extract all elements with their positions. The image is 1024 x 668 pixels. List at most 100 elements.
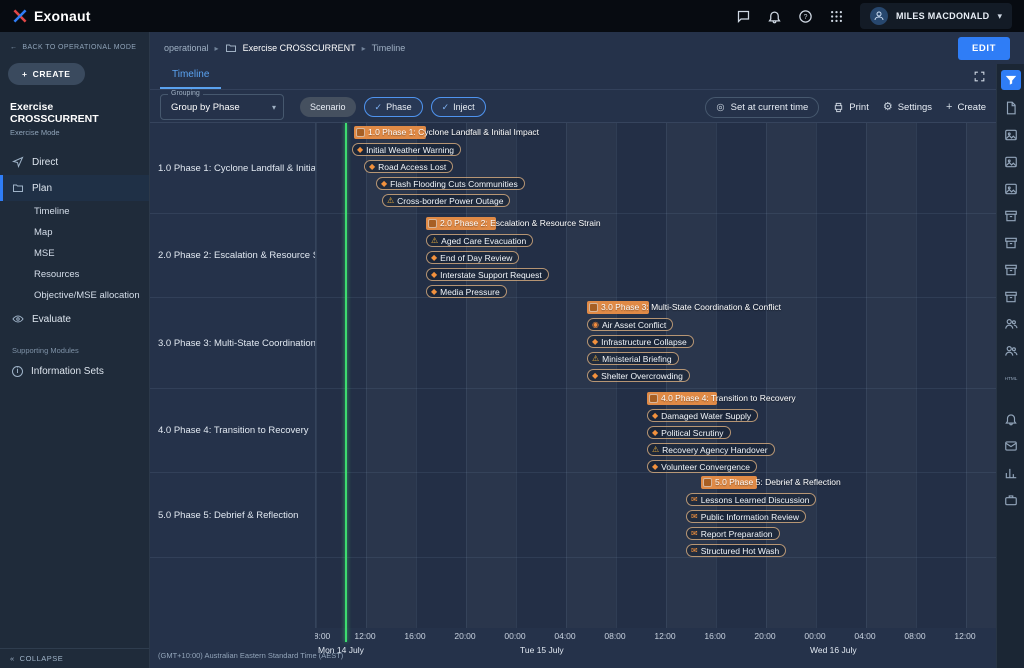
phase-icon	[589, 303, 598, 312]
sidebar-item-information-sets[interactable]: i Information Sets	[0, 359, 149, 384]
gantt-group-label[interactable]: 3.0 Phase 3: Multi-State Coordination...	[150, 298, 315, 389]
archive-icon[interactable]	[1002, 288, 1020, 306]
chat-icon[interactable]	[736, 9, 751, 24]
inject-chip[interactable]: ◆Interstate Support Request	[426, 268, 549, 281]
fullscreen-icon[interactable]	[973, 70, 986, 83]
sidebar-item-plan[interactable]: Plan	[0, 175, 149, 201]
gantt-group-label[interactable]: 1.0 Phase 1: Cyclone Landfall & Initia..…	[150, 123, 315, 214]
users-icon[interactable]	[1002, 342, 1020, 360]
breadcrumb-item-timeline[interactable]: Timeline	[372, 43, 406, 53]
create-inject-button[interactable]: + Create	[946, 102, 986, 113]
archive-icon[interactable]	[1002, 261, 1020, 279]
sidebar-item-timeline[interactable]: Timeline	[0, 201, 149, 222]
set-at-current-time-label: Set at current time	[731, 102, 809, 113]
image-icon[interactable]	[1002, 126, 1020, 144]
chip-inject[interactable]: ✓Inject	[431, 97, 486, 117]
inject-chip[interactable]: ◆Flash Flooding Cuts Communities	[376, 177, 525, 190]
warning-icon: ⚠	[652, 446, 659, 454]
inject-chip[interactable]: ✉Public Information Review	[686, 510, 806, 523]
edit-button[interactable]: EDIT	[958, 37, 1010, 60]
archive-icon[interactable]	[1002, 207, 1020, 225]
breadcrumb-item-exercise[interactable]: Exercise CROSSCURRENT	[243, 43, 356, 53]
gantt-group-label[interactable]: 4.0 Phase 4: Transition to Recovery	[150, 389, 315, 473]
help-icon[interactable]: ?	[798, 9, 813, 24]
mail-icon[interactable]	[1002, 437, 1020, 455]
inject-chip[interactable]: ◆Road Access Lost	[364, 160, 453, 173]
folder-icon	[12, 182, 24, 194]
breadcrumb-item-operational[interactable]: operational	[164, 43, 209, 53]
chip-scenario[interactable]: Scenario	[300, 97, 356, 117]
phase-bar-label: 2.0 Phase 2: Escalation & Resource Strai…	[440, 217, 601, 230]
sidebar-item-evaluate[interactable]: Evaluate	[0, 306, 149, 332]
users-icon[interactable]	[1002, 315, 1020, 333]
phase-icon	[703, 478, 712, 487]
archive-icon[interactable]	[1002, 234, 1020, 252]
current-time-line[interactable]	[345, 123, 347, 642]
diamond-icon: ◆	[592, 338, 598, 346]
chevron-down-icon: ▾	[997, 11, 1002, 22]
inject-chip[interactable]: ◆Initial Weather Warning	[352, 143, 461, 156]
inject-chip[interactable]: ✉Structured Hot Wash	[686, 544, 786, 557]
plan-label: Plan	[32, 183, 52, 194]
inject-chip[interactable]: ⚠Ministerial Briefing	[587, 352, 679, 365]
diamond-icon: ◆	[431, 254, 437, 262]
axis-date: Wed 16 July	[810, 645, 857, 655]
user-name: MILES MACDONALD	[896, 11, 990, 21]
check-icon: ✓	[442, 102, 450, 113]
back-to-operational-button[interactable]: ← BACK TO OPERATIONAL MODE	[0, 32, 149, 51]
diamond-icon: ◆	[592, 372, 598, 380]
phase-bar-label: 4.0 Phase 4: Transition to Recovery	[661, 392, 796, 405]
inject-chip[interactable]: ◆Media Pressure	[426, 285, 507, 298]
inject-chip[interactable]: ◉Air Asset Conflict	[587, 318, 673, 331]
inject-chip[interactable]: ◆Infrastructure Collapse	[587, 335, 694, 348]
inject-label: Interstate Support Request	[440, 270, 542, 280]
inject-chip[interactable]: ◆Volunteer Convergence	[647, 460, 757, 473]
toolbar-actions: ◎ Set at current time Print ⚙ Settings +…	[705, 97, 986, 118]
gantt-group-label[interactable]: 2.0 Phase 2: Escalation & Resource S...	[150, 214, 315, 298]
gantt-chart-viewport: 1.0 Phase 1: Cyclone Landfall & Initial …	[315, 123, 996, 628]
gantt-group-label[interactable]: 5.0 Phase 5: Debrief & Reflection	[150, 473, 315, 558]
apps-grid-icon[interactable]	[829, 9, 844, 24]
briefcase-icon[interactable]	[1002, 491, 1020, 509]
filter-icon[interactable]	[1001, 70, 1021, 90]
sidebar-item-mse[interactable]: MSE	[0, 243, 149, 264]
bell-icon[interactable]	[1002, 410, 1020, 428]
app-logo[interactable]: Exonaut	[12, 8, 91, 24]
inject-chip[interactable]: ◆Political Scrutiny	[647, 426, 731, 439]
notifications-bell-icon[interactable]	[767, 9, 782, 24]
inject-chip[interactable]: ⚠Cross-border Power Outage	[382, 194, 510, 207]
sidebar-item-objective-mse-allocation[interactable]: Objective/MSE allocation	[0, 285, 149, 306]
inject-label: End of Day Review	[440, 253, 512, 263]
app-window: Exonaut ? MILES MACDONALD ▾ ← BACK TO OP…	[0, 0, 1024, 668]
set-at-current-time-button[interactable]: ◎ Set at current time	[705, 97, 819, 118]
chip-phase[interactable]: ✓Phase	[364, 97, 423, 117]
print-button[interactable]: Print	[833, 102, 869, 113]
inject-chip[interactable]: ✉Report Preparation	[686, 527, 780, 540]
image-icon[interactable]	[1002, 180, 1020, 198]
chart-icon[interactable]	[1002, 464, 1020, 482]
tab-timeline[interactable]: Timeline	[160, 63, 221, 89]
create-button[interactable]: + CREATE	[8, 63, 85, 85]
logo-text: Exonaut	[34, 8, 91, 24]
inject-chip[interactable]: ⚠Aged Care Evacuation	[426, 234, 533, 247]
inject-chip[interactable]: ✉Lessons Learned Discussion	[686, 493, 816, 506]
diamond-icon: ◆	[652, 463, 658, 471]
inject-chip[interactable]: ◆End of Day Review	[426, 251, 519, 264]
inject-chip[interactable]: ◆Damaged Water Supply	[647, 409, 758, 422]
image-icon[interactable]	[1002, 153, 1020, 171]
sidebar-item-direct[interactable]: Direct	[0, 149, 149, 175]
collapse-sidebar-button[interactable]: « COLLAPSE	[0, 648, 149, 668]
settings-button[interactable]: ⚙ Settings	[883, 102, 932, 113]
mail-icon: ✉	[691, 513, 698, 521]
inject-chip[interactable]: ◆Shelter Overcrowding	[587, 369, 690, 382]
user-menu[interactable]: MILES MACDONALD ▾	[860, 3, 1012, 29]
sidebar-item-map[interactable]: Map	[0, 222, 149, 243]
sidebar-item-resources[interactable]: Resources	[0, 264, 149, 285]
file-icon[interactable]	[1002, 99, 1020, 117]
chip-label: Scenario	[310, 102, 346, 112]
inject-chip[interactable]: ⚠Recovery Agency Handover	[647, 443, 775, 456]
axis-tick: 12:00	[954, 631, 975, 641]
grouping-select[interactable]: Grouping Group by Phase ▾	[160, 94, 284, 120]
html-icon[interactable]: HTML	[1002, 369, 1020, 387]
group-label-text: 3.0 Phase 3: Multi-State Coordination...	[158, 338, 315, 349]
